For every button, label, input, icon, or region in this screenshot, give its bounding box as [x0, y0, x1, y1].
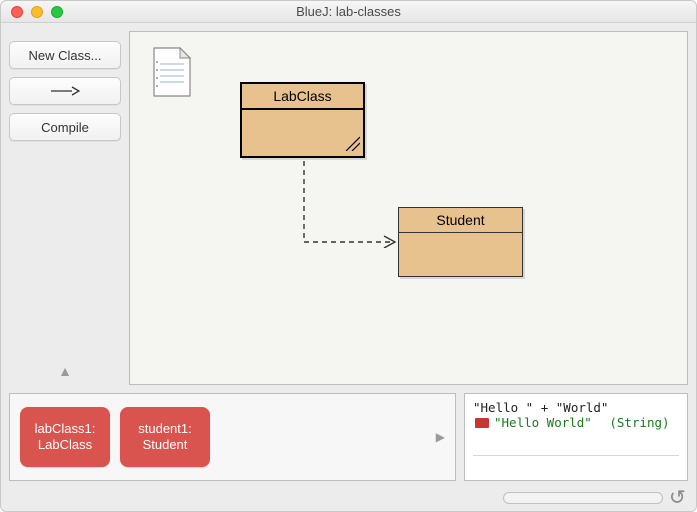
refresh-icon[interactable]: ↻ — [669, 491, 686, 505]
class-body — [242, 110, 363, 154]
close-icon[interactable] — [11, 6, 23, 18]
result-object-icon[interactable] — [475, 418, 489, 428]
class-name-label: LabClass — [242, 84, 363, 110]
class-student[interactable]: Student — [398, 207, 523, 277]
bottom-area: labClass1: LabClass student1: Student ▶ … — [1, 385, 696, 489]
compile-label: Compile — [41, 120, 89, 135]
traffic-lights — [1, 6, 63, 18]
maximize-icon[interactable] — [51, 6, 63, 18]
status-bar: ↻ — [1, 489, 696, 511]
codepad-result-type: (String) — [609, 415, 669, 430]
object-student1[interactable]: student1: Student — [120, 407, 210, 467]
class-body — [399, 233, 522, 273]
class-name-label: Student — [399, 208, 522, 233]
codepad-result-line: "Hello World" (String) — [473, 415, 679, 430]
dependency-arrow — [300, 158, 410, 248]
play-icon[interactable]: ▶ — [436, 430, 445, 444]
inheritance-arrow-button[interactable] — [9, 77, 121, 105]
object-name: student1: — [138, 421, 192, 437]
object-type: Student — [143, 437, 188, 453]
readme-document-icon[interactable] — [150, 46, 192, 98]
collapse-sidebar-icon[interactable]: ▲ — [58, 363, 72, 379]
object-type: LabClass — [38, 437, 92, 453]
codepad-result-value: "Hello World" — [494, 415, 592, 430]
codepad-expression: "Hello " + "World" — [473, 400, 679, 415]
window-title: BlueJ: lab-classes — [1, 4, 696, 19]
class-labclass[interactable]: LabClass — [240, 82, 365, 158]
code-pad[interactable]: "Hello " + "World" "Hello World" (String… — [464, 393, 688, 481]
minimize-icon[interactable] — [31, 6, 43, 18]
object-name: labClass1: — [35, 421, 96, 437]
new-class-button[interactable]: New Class... — [9, 41, 121, 69]
titlebar[interactable]: BlueJ: lab-classes — [1, 1, 696, 23]
codepad-input[interactable] — [473, 459, 679, 474]
object-labclass1[interactable]: labClass1: LabClass — [20, 407, 110, 467]
progress-bar — [503, 492, 663, 504]
arrow-icon — [50, 86, 80, 96]
sidebar: New Class... Compile ▲ — [9, 31, 121, 385]
hatch-icon — [344, 135, 360, 151]
class-diagram-canvas[interactable]: LabClass Student — [129, 31, 688, 385]
main-area: New Class... Compile ▲ — [1, 23, 696, 385]
object-bench[interactable]: labClass1: LabClass student1: Student ▶ — [9, 393, 456, 481]
new-class-label: New Class... — [29, 48, 102, 63]
app-window: BlueJ: lab-classes New Class... Compile … — [0, 0, 697, 512]
codepad-divider — [473, 455, 679, 456]
compile-button[interactable]: Compile — [9, 113, 121, 141]
